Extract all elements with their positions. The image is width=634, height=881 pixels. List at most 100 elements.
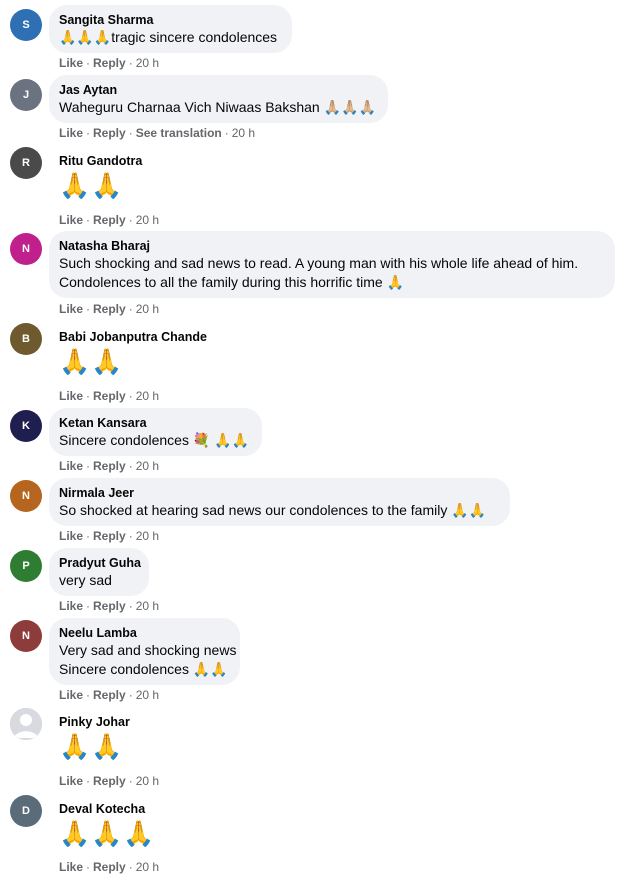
comment-bubble: Natasha Bharaj Such shocking and sad new… [49, 231, 615, 298]
comment-author[interactable]: Natasha Bharaj [59, 238, 604, 254]
like-button[interactable]: Like [59, 688, 83, 702]
comment-timestamp[interactable]: 20 h [136, 302, 159, 316]
separator: · [86, 459, 91, 473]
comment-timestamp[interactable]: 20 h [136, 688, 159, 702]
comment-author[interactable]: Ketan Kansara [59, 415, 251, 431]
comment-emoji: 🙏🙏 [59, 733, 124, 761]
comment-text: Waheguru Charnaa Vich Niwaas Bakshan 🙏🏼🙏… [59, 99, 376, 115]
comment-bubble: Jas Aytan Waheguru Charnaa Vich Niwaas B… [49, 75, 388, 123]
avatar-initial: N [22, 490, 30, 502]
comment-actions: Like · Reply · 20 h [59, 389, 159, 403]
reply-button[interactable]: Reply [93, 529, 126, 543]
comment-text-line: Very sad and shocking news [59, 642, 237, 658]
comment-author[interactable]: Pinky Johar [59, 714, 238, 730]
comment-timestamp[interactable]: 20 h [136, 774, 159, 788]
comment-actions: Like · Reply · 20 h [59, 774, 159, 788]
reply-button[interactable]: Reply [93, 860, 126, 874]
like-button[interactable]: Like [59, 860, 83, 874]
reply-button[interactable]: Reply [93, 599, 126, 613]
comment-timestamp[interactable]: 20 h [136, 860, 159, 874]
avatar-initial: R [22, 157, 30, 169]
comment-timestamp[interactable]: 20 h [136, 599, 159, 613]
avatar[interactable]: D [10, 795, 42, 827]
comment-text: 🙏🙏🙏tragic sincere condolences [59, 29, 278, 45]
separator: · [86, 529, 91, 543]
like-button[interactable]: Like [59, 774, 83, 788]
separator: · [86, 56, 91, 70]
comment-actions: Like · Reply · 20 h [59, 688, 159, 702]
avatar-initial: B [22, 333, 30, 345]
reply-button[interactable]: Reply [93, 459, 126, 473]
like-button[interactable]: Like [59, 302, 83, 316]
like-button[interactable]: Like [59, 459, 83, 473]
separator: · [128, 459, 133, 473]
reply-button[interactable]: Reply [93, 56, 126, 70]
like-button[interactable]: Like [59, 213, 83, 227]
comment-timestamp[interactable]: 20 h [136, 389, 159, 403]
comment-author[interactable]: Nirmala Jeer [59, 485, 499, 501]
separator: · [86, 774, 91, 788]
comment-emoji: 🙏🙏 [59, 348, 124, 376]
reply-button[interactable]: Reply [93, 302, 126, 316]
avatar[interactable]: N [10, 620, 42, 652]
comment-timestamp[interactable]: 20 h [136, 213, 159, 227]
reply-button[interactable]: Reply [93, 688, 126, 702]
separator: · [86, 599, 91, 613]
comment-author[interactable]: Sangita Sharma [59, 12, 281, 28]
comment-author[interactable]: Babi Jobanputra Chande [59, 329, 258, 345]
comment-actions: Like · Reply · See translation · 20 h [59, 126, 255, 140]
separator: · [128, 126, 133, 140]
comment-timestamp[interactable]: 20 h [136, 529, 159, 543]
comment-actions: Like · Reply · 20 h [59, 459, 159, 473]
comment-text: very sad [59, 572, 112, 588]
comment-timestamp[interactable]: 20 h [232, 126, 255, 140]
avatar[interactable] [10, 708, 42, 740]
comment-author[interactable]: Pradyut Guha [59, 555, 141, 571]
comment-text: Sincere condolences 💐 🙏🙏 [59, 432, 250, 448]
separator: · [86, 389, 91, 403]
comment-timestamp[interactable]: 20 h [136, 459, 159, 473]
comment-bubble: Babi Jobanputra Chande 🙏🙏 [49, 322, 269, 384]
comment-author[interactable]: Jas Aytan [59, 82, 377, 98]
comment-text-line: Sincere condolences 🙏🙏 [59, 661, 228, 677]
reply-button[interactable]: Reply [93, 213, 126, 227]
reply-button[interactable]: Reply [93, 774, 126, 788]
comment-bubble: Deval Kotecha 🙏🙏🙏 [49, 794, 249, 856]
avatar[interactable]: P [10, 550, 42, 582]
comment-timestamp[interactable]: 20 h [136, 56, 159, 70]
avatar[interactable]: S [10, 9, 42, 41]
reply-button[interactable]: Reply [93, 126, 126, 140]
comment-author[interactable]: Ritu Gandotra [59, 153, 238, 169]
avatar-initial: J [22, 89, 30, 101]
avatar[interactable]: B [10, 323, 42, 355]
like-button[interactable]: Like [59, 529, 83, 543]
comment-emoji: 🙏🙏🙏 [59, 820, 156, 848]
see-translation-link[interactable]: See translation [136, 126, 222, 140]
separator: · [86, 126, 91, 140]
reply-button[interactable]: Reply [93, 389, 126, 403]
comment-author[interactable]: Deval Kotecha [59, 801, 238, 817]
avatar-initial: N [22, 630, 30, 642]
like-button[interactable]: Like [59, 389, 83, 403]
like-button[interactable]: Like [59, 126, 83, 140]
avatar[interactable]: N [10, 233, 42, 265]
comment-text: So shocked at hearing sad news our condo… [59, 502, 487, 518]
comment-bubble: Pinky Johar 🙏🙏 [49, 707, 249, 769]
avatar[interactable]: J [10, 79, 42, 111]
avatar-initial: K [22, 420, 30, 432]
separator: · [128, 529, 133, 543]
separator: · [128, 860, 133, 874]
avatar[interactable]: K [10, 410, 42, 442]
separator: · [86, 688, 91, 702]
like-button[interactable]: Like [59, 599, 83, 613]
separator: · [128, 389, 133, 403]
comment-actions: Like · Reply · 20 h [59, 213, 159, 227]
comment-actions: Like · Reply · 20 h [59, 529, 159, 543]
comment-bubble: Sangita Sharma 🙏🙏🙏tragic sincere condole… [49, 5, 292, 53]
like-button[interactable]: Like [59, 56, 83, 70]
avatar[interactable]: N [10, 480, 42, 512]
comment-author[interactable]: Neelu Lamba [59, 625, 229, 641]
avatar[interactable]: R [10, 147, 42, 179]
avatar-initial: D [22, 805, 30, 817]
separator: · [128, 688, 133, 702]
